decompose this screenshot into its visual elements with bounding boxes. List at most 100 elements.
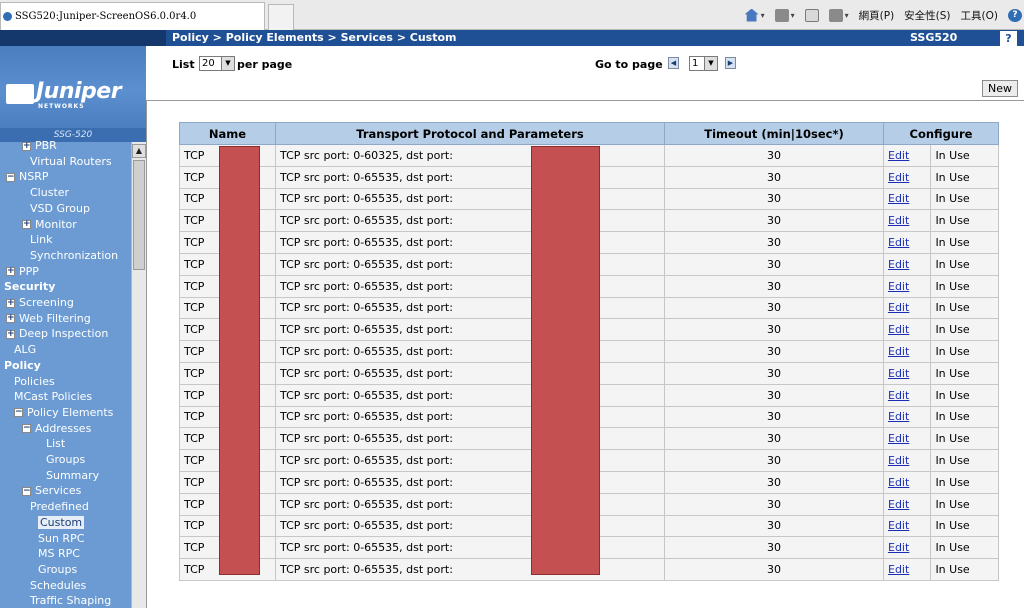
previous-page-button[interactable]: ◀ bbox=[668, 57, 679, 69]
edit-link[interactable]: Edit bbox=[888, 192, 909, 205]
new-button[interactable]: New bbox=[982, 80, 1018, 97]
sidebar-item-synchronization[interactable]: Synchronization bbox=[30, 248, 118, 263]
sidebar-item-web-filtering[interactable]: + Web Filtering bbox=[6, 311, 91, 326]
edit-link[interactable]: Edit bbox=[888, 389, 909, 402]
edit-link[interactable]: Edit bbox=[888, 563, 909, 576]
timeout-value-cell: 30 bbox=[664, 252, 884, 276]
browser-tab[interactable]: SSG520:Juniper-ScreenOS6.0.0r4.0 bbox=[0, 2, 265, 30]
collapse-icon[interactable]: − bbox=[6, 172, 15, 182]
edit-link[interactable]: Edit bbox=[888, 345, 909, 358]
sidebar-item-mcast-policies[interactable]: MCast Policies bbox=[14, 389, 92, 404]
new-tab-button[interactable] bbox=[268, 4, 294, 30]
sidebar-item-security[interactable]: Security bbox=[4, 279, 55, 294]
expand-icon[interactable]: + bbox=[6, 298, 15, 308]
edit-link[interactable]: Edit bbox=[888, 498, 909, 511]
timeout-value-cell: 30 bbox=[664, 209, 884, 233]
sidebar-item-virtual-routers[interactable]: Virtual Routers bbox=[30, 154, 112, 169]
table-header-row: Name Transport Protocol and Parameters T… bbox=[179, 122, 999, 145]
edit-link[interactable]: Edit bbox=[888, 410, 909, 423]
timeout-value-cell: 30 bbox=[664, 340, 884, 363]
sidebar-item-custom[interactable]: Custom bbox=[38, 515, 85, 530]
edit-link[interactable]: Edit bbox=[888, 476, 909, 489]
timeout-value-cell: 30 bbox=[664, 405, 884, 429]
page-chevron-down-icon[interactable]: ▼ bbox=[704, 57, 717, 70]
sidebar-item-groups[interactable]: Groups bbox=[38, 562, 77, 577]
home-button[interactable]: ▾ bbox=[744, 8, 765, 22]
sidebar-item-services[interactable]: − Services bbox=[22, 483, 81, 498]
sidebar-item-addresses[interactable]: − Addresses bbox=[22, 421, 91, 436]
edit-link-cell: Edit bbox=[882, 296, 932, 320]
feeds-button[interactable]: ▾ bbox=[774, 8, 795, 22]
collapse-icon[interactable]: − bbox=[14, 408, 23, 418]
page-menu[interactable]: 網頁(P) bbox=[859, 8, 895, 23]
expand-icon[interactable]: + bbox=[22, 220, 31, 229]
scroll-up-icon[interactable]: ▲ bbox=[132, 144, 146, 158]
sidebar-item-ppp[interactable]: + PPP bbox=[6, 264, 39, 279]
chevron-down-icon[interactable]: ▼ bbox=[221, 57, 234, 70]
status-in-use-cell: In Use bbox=[930, 274, 999, 298]
sidebar-item-cluster[interactable]: Cluster bbox=[30, 185, 69, 200]
edit-link[interactable]: Edit bbox=[888, 214, 909, 227]
page-select[interactable]: 1 ▼ bbox=[689, 56, 718, 71]
edit-link[interactable]: Edit bbox=[888, 149, 909, 162]
sidebar-item-label: Summary bbox=[46, 468, 100, 482]
sidebar-item-label: Virtual Routers bbox=[30, 154, 112, 168]
expand-icon[interactable]: + bbox=[6, 314, 15, 324]
browser-help-icon[interactable]: ? bbox=[1008, 8, 1022, 22]
sidebar-item-schedules[interactable]: Schedules bbox=[30, 578, 86, 593]
sidebar-item-label: Link bbox=[30, 233, 53, 247]
sidebar-item-list[interactable]: List bbox=[46, 436, 65, 451]
tools-menu[interactable]: 工具(O) bbox=[961, 8, 998, 23]
sidebar-item-summary[interactable]: Summary bbox=[46, 468, 99, 483]
edit-link[interactable]: Edit bbox=[888, 454, 909, 467]
sidebar-item-nsrp[interactable]: − NSRP bbox=[6, 169, 49, 184]
help-button[interactable]: ? bbox=[1000, 31, 1017, 46]
expand-icon[interactable]: + bbox=[22, 141, 31, 151]
sidebar-item-policy-elements[interactable]: − Policy Elements bbox=[14, 405, 113, 420]
edit-link[interactable]: Edit bbox=[888, 301, 909, 314]
edit-link[interactable]: Edit bbox=[888, 519, 909, 532]
sidebar-item-sun-rpc[interactable]: Sun RPC bbox=[38, 531, 84, 546]
timeout-value-cell: 30 bbox=[664, 449, 884, 472]
mail-button[interactable] bbox=[804, 8, 819, 22]
home-dropdown-icon[interactable]: ▾ bbox=[761, 11, 765, 20]
sidebar-item-ms-rpc[interactable]: MS RPC bbox=[38, 546, 80, 561]
sidebar-item-policy[interactable]: Policy bbox=[4, 358, 41, 373]
header-name[interactable]: Name bbox=[179, 122, 276, 145]
expand-icon[interactable]: + bbox=[6, 267, 15, 277]
expand-icon[interactable]: + bbox=[6, 329, 15, 339]
edit-link[interactable]: Edit bbox=[888, 236, 909, 249]
sidebar-item-traffic-shaping[interactable]: Traffic Shaping bbox=[30, 593, 111, 608]
safety-menu[interactable]: 安全性(S) bbox=[904, 8, 950, 23]
per-page-select[interactable]: 20 ▼ bbox=[199, 56, 235, 71]
collapse-icon[interactable]: − bbox=[22, 424, 31, 434]
edit-link[interactable]: Edit bbox=[888, 280, 909, 293]
sidebar-item-vsd-group[interactable]: VSD Group bbox=[30, 201, 90, 216]
feeds-dropdown-icon[interactable]: ▾ bbox=[791, 11, 795, 20]
sidebar-item-link[interactable]: Link bbox=[30, 232, 53, 247]
sidebar-item-groups[interactable]: Groups bbox=[46, 452, 85, 467]
sidebar-item-deep-inspection[interactable]: + Deep Inspection bbox=[6, 326, 108, 341]
edit-link[interactable]: Edit bbox=[888, 171, 909, 184]
print-button[interactable]: ▾ bbox=[828, 8, 849, 22]
print-dropdown-icon[interactable]: ▾ bbox=[845, 11, 849, 20]
scroll-thumb[interactable] bbox=[133, 160, 145, 270]
browser-command-bar: ▾ ▾ ▾ 網頁(P) 安全性(S) 工具(O) ? bbox=[744, 6, 1024, 24]
edit-link[interactable]: Edit bbox=[888, 323, 909, 336]
collapse-icon[interactable]: − bbox=[22, 486, 31, 496]
timeout-value-cell: 30 bbox=[664, 558, 884, 581]
edit-link[interactable]: Edit bbox=[888, 541, 909, 554]
sidebar: Juniper NETWORKS SSG-520 + PBR Virtual Rou… bbox=[0, 46, 146, 608]
sidebar-item-predefined[interactable]: Predefined bbox=[30, 499, 89, 514]
edit-link[interactable]: Edit bbox=[888, 258, 909, 271]
sidebar-item-alg[interactable]: ALG bbox=[14, 342, 36, 357]
edit-link[interactable]: Edit bbox=[888, 432, 909, 445]
sidebar-item-monitor[interactable]: + Monitor bbox=[22, 217, 77, 232]
sidebar-item-pbr[interactable]: + PBR bbox=[22, 138, 57, 153]
next-page-button[interactable]: ▶ bbox=[725, 57, 736, 69]
sidebar-scrollbar[interactable]: ▲ bbox=[131, 142, 146, 608]
sidebar-item-policies[interactable]: Policies bbox=[14, 374, 55, 389]
edit-link[interactable]: Edit bbox=[888, 367, 909, 380]
sidebar-item-screening[interactable]: + Screening bbox=[6, 295, 74, 310]
edit-link-cell: Edit bbox=[882, 514, 932, 538]
